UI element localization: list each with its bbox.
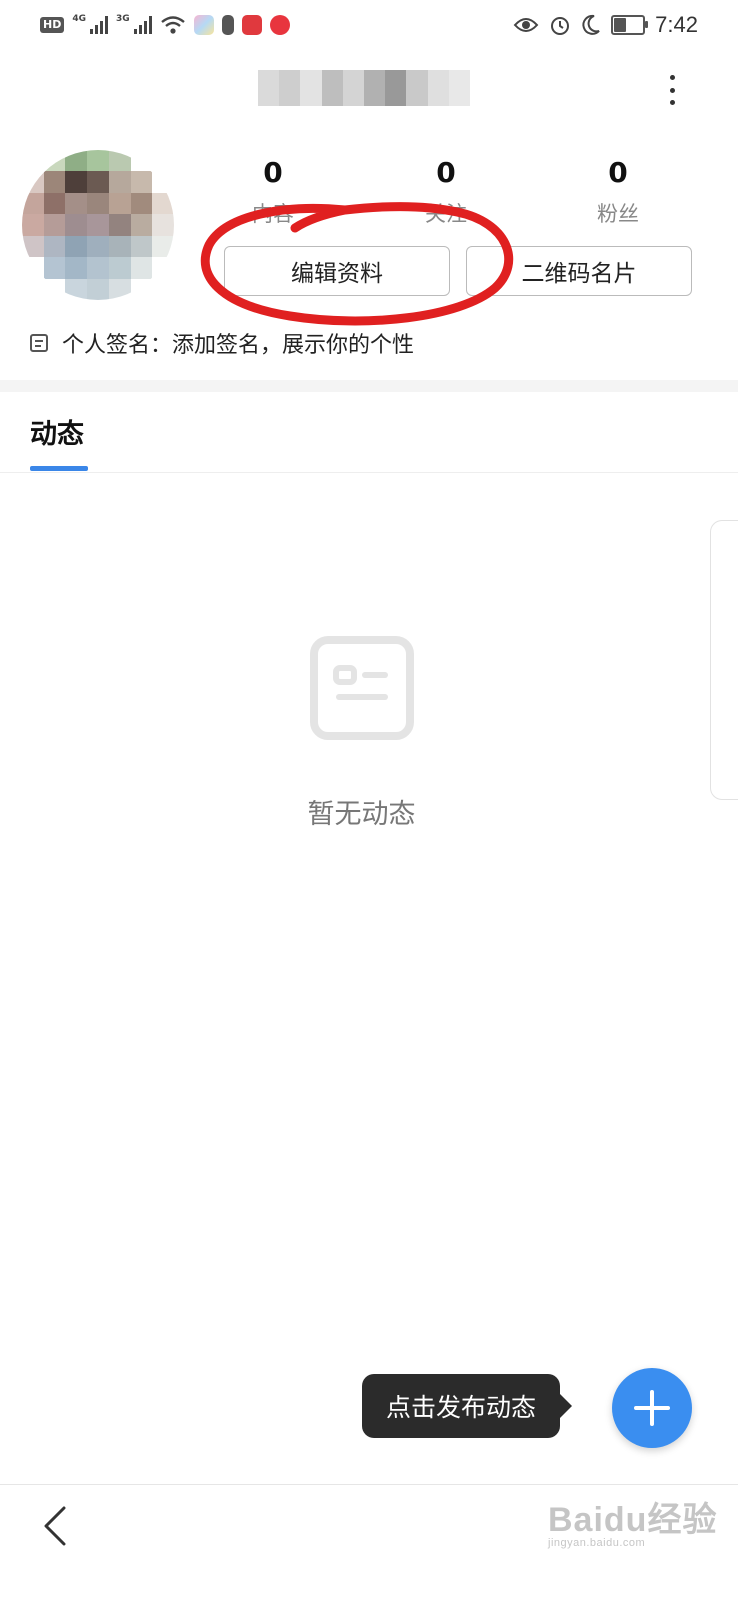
stat-following-value: 0 [436, 156, 456, 189]
stat-fans-label: 粉丝 [597, 202, 639, 226]
alert-notification-icon [221, 15, 234, 35]
signature-value: 添加签名，展示你的个性 [172, 333, 415, 358]
active-tab-indicator [30, 466, 88, 471]
publish-tooltip: 点击发布动态 [362, 1374, 573, 1438]
signal-3g-icon [133, 16, 152, 34]
hd-badge: HD [40, 17, 65, 33]
watermark-main: Baidu经验 [548, 1501, 718, 1539]
wifi-icon [160, 16, 185, 34]
username-pixelated [258, 70, 470, 106]
eye-icon [513, 18, 539, 32]
bottom-bar-border [0, 1484, 738, 1485]
empty-state-text: 暂无动态 [307, 799, 416, 830]
publish-fab-plus-icon[interactable] [612, 1368, 692, 1448]
stat-content-value: 0 [263, 156, 283, 189]
bird-app-icon [269, 15, 290, 35]
app-notification-icon [193, 15, 214, 35]
signature-text: 个人签名：添加签名，展示你的个性 [62, 327, 414, 359]
section-divider [0, 380, 738, 392]
baidu-watermark: Baidu经验 jingyan.baidu.com [548, 1492, 717, 1549]
signature-row[interactable]: 个人签名：添加签名，展示你的个性 [30, 326, 414, 360]
network-4g-label: 4G [72, 14, 86, 24]
status-left-icons: HD 4G 3G [40, 12, 290, 38]
chevron-left-icon[interactable] [36, 1504, 76, 1548]
document-card-icon [310, 636, 414, 740]
status-right-icons: 7:42 [513, 10, 698, 40]
signature-colon: ： [150, 333, 173, 358]
network-3g-label: 3G [116, 14, 130, 24]
book-app-icon [241, 15, 262, 35]
tab-bar-border [0, 472, 738, 473]
stat-fans-value: 0 [608, 156, 628, 189]
alarm-icon [551, 17, 570, 35]
avatar[interactable] [22, 150, 174, 300]
side-drawer-edge[interactable] [710, 520, 738, 800]
status-time: 7:42 [655, 12, 698, 37]
stat-fans[interactable]: 0 粉丝 [558, 156, 678, 228]
battery-level [614, 18, 627, 32]
more-options-icon[interactable] [660, 72, 684, 108]
status-bar: HD 4G 3G 7:42 [0, 0, 738, 52]
red-circle-annotation [200, 202, 514, 326]
signature-prefix: 个人签名 [62, 333, 151, 358]
note-icon [30, 334, 48, 352]
battery-icon [611, 15, 649, 35]
signal-4g-icon [90, 16, 108, 34]
moon-icon [582, 14, 600, 35]
tab-dynamics[interactable]: 动态 [30, 412, 84, 451]
